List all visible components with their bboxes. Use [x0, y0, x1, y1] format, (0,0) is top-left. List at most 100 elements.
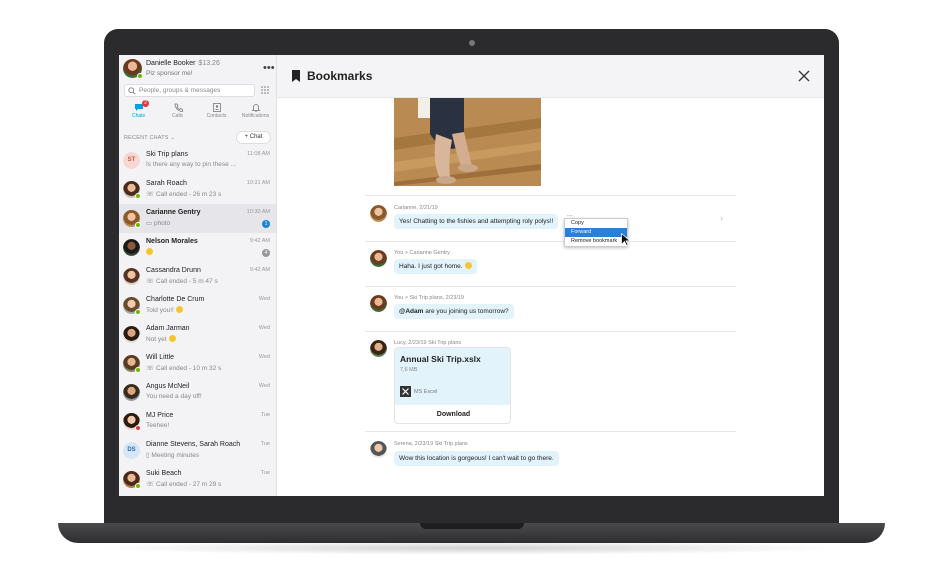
avatar — [123, 268, 140, 285]
chat-preview: You need a day off! — [146, 393, 202, 400]
avatar — [123, 355, 141, 373]
chat-time: 11:08 AM — [247, 151, 270, 157]
emoji-icon — [168, 335, 176, 342]
avatar-photo — [123, 326, 140, 343]
dialpad-icon[interactable] — [260, 85, 270, 95]
message-bubble[interactable]: Wow this location is gorgeous! I can't w… — [394, 451, 559, 466]
recent-chats-label: RECENT CHATS — [124, 135, 169, 141]
chevron-right-icon[interactable]: › — [720, 213, 723, 223]
presence-busy-icon — [135, 425, 141, 431]
chat-preview: ☏ Call ended - 26 m 23 s — [146, 190, 221, 198]
presence-online-icon — [137, 73, 143, 79]
avatar — [370, 340, 387, 357]
bookmark-icon — [292, 70, 300, 82]
tab-contacts[interactable]: Contacts — [197, 101, 236, 123]
message-meta: Serena, 2/23/19 Ski Trip plans — [394, 441, 468, 447]
chat-name: Will Little — [146, 354, 175, 361]
chat-preview: ▯ Meeting minutes — [146, 451, 199, 459]
chat-preview: Not yet — [146, 335, 176, 343]
avatar-initials: DS — [123, 442, 140, 459]
more-options-icon[interactable]: ••• — [263, 63, 275, 74]
avatar-photo — [123, 384, 140, 401]
chat-time: Wed — [258, 296, 270, 302]
message-bubble[interactable]: @Adam are you joining us tomorrow? — [394, 304, 514, 319]
page-title: Bookmarks — [307, 69, 373, 83]
message-more-button[interactable]: ... — [567, 211, 573, 218]
excel-file-icon — [400, 386, 411, 397]
call-ended-icon: ☏ — [146, 191, 156, 198]
chat-list: ST Ski Trip plans Is there any way to pi… — [119, 146, 276, 494]
unread-badge: 4 — [262, 249, 270, 257]
list-item[interactable]: Cassandra Drunn ☏ Call ended - 5 m 47 s … — [119, 262, 276, 291]
avatar: DS — [123, 442, 140, 459]
list-item[interactable]: Suki Beach ☏ Call ended - 27 m 29 s Tue — [119, 465, 276, 494]
avatar-initials: ST — [123, 152, 140, 169]
avatar — [123, 239, 140, 256]
avatar-photo — [370, 295, 387, 312]
bookmarks-pane: Bookmarks Carianne, 2/21/19 Yes! Chattin… — [277, 55, 824, 496]
chat-preview-text: Call ended - 5 m 47 s — [155, 278, 218, 285]
chat-time: 9:42 AM — [249, 267, 270, 273]
menu-item-remove-bookmark[interactable]: Remove bookmark — [565, 237, 627, 246]
close-icon[interactable] — [798, 70, 810, 82]
avatar-photo — [370, 250, 387, 267]
chat-preview-text: photo — [153, 220, 171, 227]
message-bubble[interactable]: Yes! Chatting to the fishies and attempt… — [394, 214, 559, 229]
divider — [365, 431, 736, 432]
tab-chats-label: Chats — [131, 113, 146, 119]
mention[interactable]: @Adam — [399, 308, 423, 315]
list-item[interactable]: Carianne Gentry ▭ photo 10:30 AM 1 — [119, 204, 276, 233]
download-button[interactable]: Download — [395, 407, 510, 423]
chat-preview: Teehee! — [146, 422, 170, 429]
chat-name: MJ Price — [146, 412, 174, 419]
menu-item-copy[interactable]: Copy — [565, 219, 627, 228]
chat-time: Wed — [258, 383, 270, 389]
presence-online-icon — [135, 367, 141, 373]
new-chat-button[interactable]: + Chat — [236, 131, 271, 144]
list-item[interactable]: Sarah Roach ☏ Call ended - 26 m 23 s 10:… — [119, 175, 276, 204]
profile-header[interactable]: Danielle Booker $13.26 Plz sponsor me! ••… — [123, 59, 275, 83]
avatar — [123, 326, 140, 343]
chat-preview-text: Call ended - 10 m 32 s — [155, 365, 222, 372]
chat-name: Carianne Gentry — [146, 209, 201, 216]
emoji-icon — [146, 248, 153, 255]
divider — [365, 241, 736, 242]
avatar-photo — [370, 340, 387, 357]
profile-mood-message: Plz sponsor me! — [146, 70, 193, 77]
avatar — [123, 181, 141, 199]
avatar — [370, 250, 387, 267]
chat-time: Tue — [260, 412, 270, 418]
file-size: 7,6 MB — [400, 367, 418, 373]
chat-time: Tue — [260, 470, 270, 476]
chat-preview-text: Call ended - 26 m 23 s — [155, 191, 222, 198]
list-item[interactable]: DS Dianne Stevens, Sarah Roach ▯ Meeting… — [119, 436, 276, 465]
tab-calls[interactable]: Calls — [158, 101, 197, 123]
shared-photo[interactable] — [394, 98, 541, 186]
file-attachment[interactable]: Annual Ski Trip.xslx 7,6 MB MS Excel Dow… — [394, 347, 511, 424]
list-item[interactable]: Angus McNeil You need a day off! Wed — [119, 378, 276, 407]
avatar[interactable] — [123, 59, 143, 79]
list-item[interactable]: Charlotte De Crum Told you!! Wed — [119, 291, 276, 320]
list-item[interactable]: Nelson Morales 9:42 AM 4 — [119, 233, 276, 262]
list-item[interactable]: MJ Price Teehee! Tue — [119, 407, 276, 436]
list-item[interactable]: Will Little ☏ Call ended - 10 m 32 s Wed — [119, 349, 276, 378]
tab-notifications[interactable]: Notifications — [236, 101, 275, 123]
tab-chats[interactable]: 2 Chats — [119, 100, 158, 123]
chat-preview: ☏ Call ended - 27 m 29 s — [146, 480, 221, 488]
chat-preview-text: Told you!! — [146, 307, 174, 314]
list-item[interactable]: ST Ski Trip plans Is there any way to pi… — [119, 146, 276, 175]
avatar-photo — [123, 239, 140, 256]
avatar — [123, 384, 140, 401]
chats-unread-badge: 2 — [142, 100, 149, 107]
search-input[interactable]: People, groups & messages — [124, 84, 255, 97]
message-meta: Carianne, 2/21/19 — [394, 205, 438, 211]
message-bubble[interactable]: Haha. I just got home. — [394, 259, 477, 274]
list-item[interactable]: Adam Jarman Not yet Wed — [119, 320, 276, 349]
nav-tabs: 2 Chats Calls Contacts Notifications — [119, 100, 276, 123]
laptop-notch — [420, 523, 524, 529]
presence-online-icon — [135, 193, 141, 199]
chat-name: Angus McNeil — [146, 383, 190, 390]
avatar-photo — [123, 268, 140, 285]
menu-item-forward[interactable]: Forward — [565, 228, 627, 237]
recent-chats-header[interactable]: RECENT CHATS ⌄ — [124, 135, 175, 141]
